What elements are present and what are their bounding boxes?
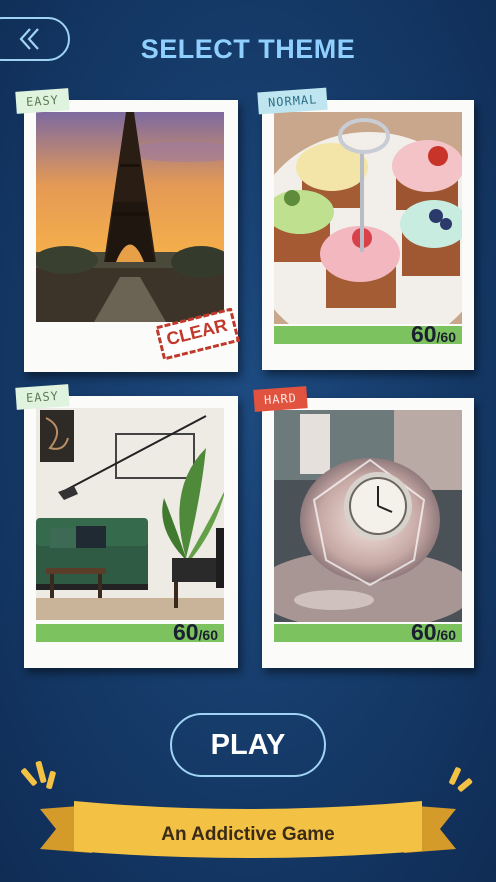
theme-photo-living-room bbox=[36, 408, 224, 620]
progress-bar-cupcakes: 60/60 bbox=[274, 321, 462, 347]
progress-score: 60/60 bbox=[172, 619, 218, 645]
theme-card-crystal-clock[interactable]: 60/60 HARD bbox=[253, 386, 474, 668]
theme-card-living-room[interactable]: 60/60 EASY bbox=[15, 384, 238, 668]
progress-bar-crystal-clock: 60/60 bbox=[274, 619, 462, 645]
ribbon-banner bbox=[21, 761, 473, 858]
difficulty-tag-hard: HARD bbox=[253, 386, 308, 412]
theme-card-eiffel[interactable]: EASY CLEAR bbox=[15, 88, 240, 372]
theme-card-cupcakes[interactable]: 60/60 NORMAL bbox=[257, 87, 474, 370]
theme-photo-cupcakes bbox=[274, 112, 462, 324]
difficulty-tag-easy: EASY bbox=[15, 384, 70, 410]
theme-photo-eiffel bbox=[36, 112, 224, 322]
banner-text: An Addictive Game bbox=[161, 824, 335, 845]
difficulty-tag-normal: NORMAL bbox=[257, 87, 329, 115]
progress-score: 60/60 bbox=[410, 321, 456, 347]
difficulty-tag-easy: EASY bbox=[15, 88, 70, 114]
theme-photo-crystal-clock bbox=[274, 410, 462, 622]
progress-score: 60/60 bbox=[410, 619, 456, 645]
progress-bar-living-room: 60/60 bbox=[36, 619, 224, 645]
page-title: SELECT THEME bbox=[140, 34, 356, 64]
